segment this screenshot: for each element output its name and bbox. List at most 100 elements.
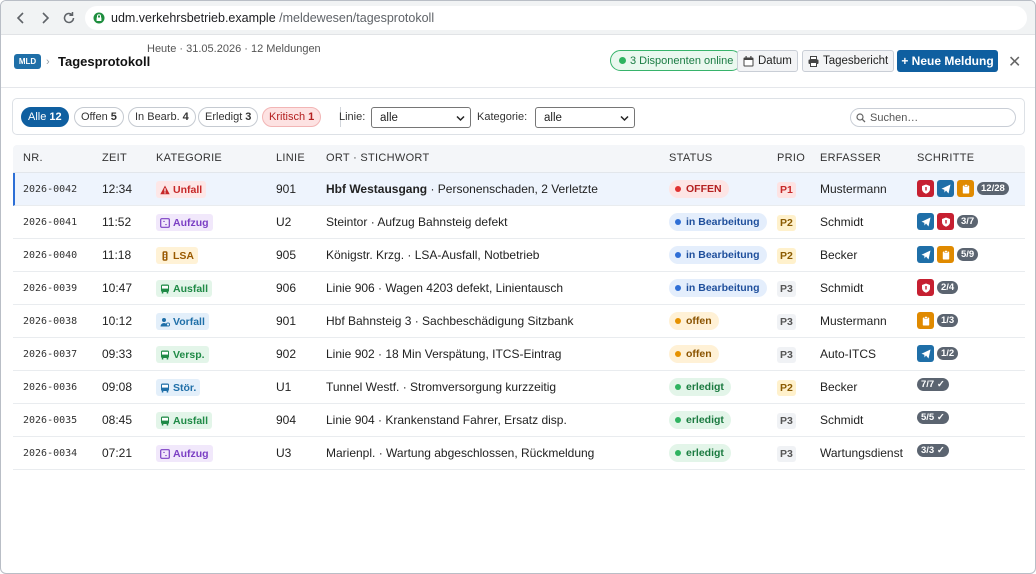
col-kategorie[interactable]: KATEGORIE	[156, 152, 222, 164]
linie-select[interactable]: alle	[371, 107, 471, 128]
shield-icon[interactable]	[917, 180, 934, 197]
table-row[interactable]: 2026-0040 11:18 LSA 905 Königstr. Krzg. …	[13, 239, 1025, 272]
app-logo: MLD	[14, 54, 41, 69]
filter-pill-offen[interactable]: Offen 5	[74, 107, 124, 127]
filter-pill-kritisch[interactable]: Kritisch 1	[262, 107, 322, 127]
status-dot-icon	[675, 285, 681, 291]
row-linie: U2	[276, 215, 292, 229]
tagesbericht-button[interactable]: Tagesbericht	[802, 50, 895, 72]
steps-count: 3/7	[957, 215, 979, 228]
steps-count: 3/3 ✓	[917, 444, 949, 457]
linie-value: alle	[380, 111, 398, 124]
row-steps: 1/2	[917, 345, 959, 362]
col-nr[interactable]: NR.	[23, 152, 43, 164]
status-dot-icon	[675, 318, 681, 324]
back-icon[interactable]	[12, 9, 30, 27]
status-label: OFFEN	[686, 183, 722, 195]
row-ort-stichwort: Steintor · Aufzug Bahnsteig defekt	[326, 215, 507, 229]
status-badge: erledigt	[669, 378, 731, 396]
search-input[interactable]: Suchen…	[850, 108, 1016, 127]
status-badge: in Bearbeitung	[669, 279, 767, 297]
steps-count: 1/2	[937, 347, 959, 360]
row-stichwort: Steintor · Aufzug Bahnsteig defekt	[326, 215, 508, 229]
table-row[interactable]: 2026-0038 10:12 Vorfall 901 Hbf Bahnstei…	[13, 305, 1025, 338]
row-linie: 901	[276, 182, 297, 196]
table-row[interactable]: 2026-0036 09:08 Stör. U1 Tunnel Westf. ·…	[13, 371, 1025, 404]
new-meldung-button[interactable]: + Neue Meldung	[897, 50, 998, 72]
col-schritte[interactable]: SCHRITTE	[917, 152, 974, 164]
table-body: 2026-0042 12:34 Unfall 901 Hbf Westausga…	[13, 173, 1025, 470]
table-row[interactable]: 2026-0039 10:47 Ausfall 906 Linie 906 · …	[13, 272, 1025, 305]
row-steps: 7/7 ✓	[917, 378, 949, 391]
table-row[interactable]: 2026-0034 07:21 Aufzug U3 Marienpl. · Wa…	[13, 437, 1025, 470]
datum-button[interactable]: Datum	[737, 50, 798, 72]
row-erfasser: Schmidt	[820, 281, 864, 295]
row-zeit: 11:52	[102, 215, 132, 229]
prio-badge: P3	[777, 446, 796, 462]
row-erfasser: Schmidt	[820, 413, 864, 427]
table-row[interactable]: 2026-0042 12:34 Unfall 901 Hbf Westausga…	[13, 173, 1025, 206]
table-row[interactable]: 2026-0037 09:33 Versp. 902 Linie 902 · 1…	[13, 338, 1025, 371]
browser-toolbar: udm.verkehrsbetrieb.example /meldewesen/…	[1, 1, 1035, 35]
filter-pill-alle[interactable]: Alle 12	[21, 107, 69, 127]
status-label: in Bearbeitung	[686, 249, 760, 261]
chevron-down-icon	[620, 115, 629, 122]
send-icon[interactable]	[937, 180, 954, 197]
col-zeit[interactable]: ZEIT	[102, 152, 127, 164]
status-label: erledigt	[686, 414, 724, 426]
col-linie[interactable]: LINIE	[276, 152, 305, 164]
status-label: erledigt	[686, 381, 724, 393]
steps-count: 2/4	[937, 281, 959, 294]
shield-icon[interactable]	[937, 213, 954, 230]
row-zeit: 09:08	[102, 380, 133, 394]
prio-badge: P3	[777, 281, 796, 297]
clipboard-icon[interactable]	[937, 246, 954, 263]
prio-badge: P2	[777, 380, 796, 396]
col-erfasser[interactable]: ERFASSER	[820, 152, 881, 164]
online-badge: 3 Disponenten online	[610, 50, 743, 71]
col-prio[interactable]: PRIO	[777, 152, 805, 164]
clipboard-icon[interactable]	[917, 312, 934, 329]
pill-count: 1	[308, 111, 315, 123]
datum-label: Datum	[758, 55, 792, 67]
table-row[interactable]: 2026-0041 11:52 Aufzug U2 Steintor · Auf…	[13, 206, 1025, 239]
clipboard-icon[interactable]	[957, 180, 974, 197]
kategorie-label: Kategorie:	[477, 111, 528, 123]
row-stichwort: Marienpl. · Wartung abgeschlossen, Rückm…	[326, 446, 595, 460]
row-nr: 2026-0037	[23, 349, 78, 360]
filter-pill-in-bearb[interactable]: In Bearb. 4	[128, 107, 196, 127]
linie-label: Linie:	[339, 111, 366, 123]
row-linie: 904	[276, 413, 297, 427]
status-dot-icon	[675, 384, 681, 390]
reload-icon[interactable]	[60, 9, 78, 27]
row-ort-stichwort: Tunnel Westf. · Stromversorgung kurzzeit…	[326, 380, 556, 394]
pill-count: 5	[110, 111, 117, 123]
pill-count: 12	[49, 111, 62, 123]
shield-icon[interactable]	[917, 279, 934, 296]
send-icon[interactable]	[917, 213, 934, 230]
prio-badge: P3	[777, 347, 796, 363]
row-zeit: 08:45	[102, 413, 133, 427]
category-badge: Vorfall	[156, 313, 209, 330]
status-badge: erledigt	[669, 411, 731, 429]
col-status[interactable]: STATUS	[669, 152, 713, 164]
row-erfasser: Schmidt	[820, 215, 864, 229]
send-icon[interactable]	[917, 246, 934, 263]
category-label: Vorfall	[173, 315, 205, 328]
forward-icon[interactable]	[36, 9, 54, 27]
send-icon[interactable]	[917, 345, 934, 362]
kategorie-select[interactable]: alle	[535, 107, 635, 128]
status-badge: in Bearbeitung	[669, 213, 767, 231]
row-nr: 2026-0036	[23, 382, 78, 393]
col-ort[interactable]: ORT · STICHWORT	[326, 152, 430, 164]
search-icon	[856, 112, 866, 122]
filter-pill-erledigt[interactable]: Erledigt 3	[198, 107, 259, 127]
address-bar[interactable]: udm.verkehrsbetrieb.example /meldewesen/…	[85, 6, 1027, 30]
row-ort-stichwort: Linie 904 · Krankenstand Fahrer, Ersatz …	[326, 413, 567, 427]
table-row[interactable]: 2026-0035 08:45 Ausfall 904 Linie 904 · …	[13, 404, 1025, 437]
row-ort-stichwort: Linie 902 · 18 Min Verspätung, ITCS-Eint…	[326, 347, 561, 361]
steps-count: 5/9	[957, 248, 979, 261]
row-erfasser: Mustermann	[820, 314, 887, 328]
app-header: MLD › Tagesprotokoll Heute · 31.05.2026 …	[1, 36, 1035, 88]
close-icon[interactable]: ✕	[1008, 52, 1021, 72]
